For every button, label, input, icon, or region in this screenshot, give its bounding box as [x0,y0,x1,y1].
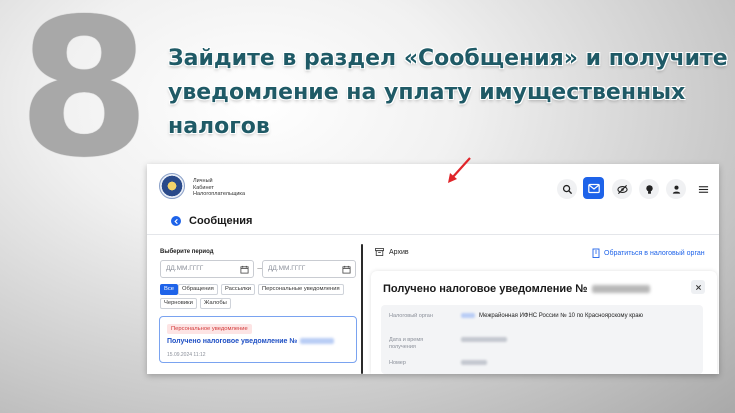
headline-line-2: уведомление на уплату имущественных нало… [168,80,686,139]
field-value [461,337,507,344]
step-number: 8 [18,0,151,199]
close-icon [695,284,701,290]
notice-title-text: Получено налоговое уведомление № [383,283,588,295]
tax-office-name: Межрайонная ИФНС России № 10 по Краснояр… [479,313,644,320]
redacted-number [461,360,487,365]
message-card[interactable]: Персональное уведомление Получено налого… [159,316,357,363]
calendar-icon[interactable] [240,265,249,274]
calendar-icon[interactable] [342,265,351,274]
field-label: Дата и время получения [389,337,424,350]
filter-chip-mailings[interactable]: Рассылки [221,284,256,295]
slide-headline: Зайдите в раздел «Сообщения» и получите … [168,42,728,144]
redacted-number [591,285,650,294]
notice-title: Получено налоговое уведомление № [383,283,650,295]
filter-chip-personal[interactable]: Персональные уведомления [258,284,344,295]
contact-link-label: Обратиться в налоговый орган [604,249,705,257]
message-type-badge: Персональное уведомление [167,324,252,334]
field-value: Межрайонная ИФНС России № 10 по Краснояр… [461,313,643,320]
notice-panel: Получено налоговое уведомление № Налогов… [371,271,717,374]
message-title[interactable]: Получено налоговое уведомление № [167,338,335,345]
archive-label: Архив [389,248,409,256]
filter-chip-complaints[interactable]: Жалобы [200,298,231,309]
archive-link[interactable]: Архив [375,248,409,256]
message-date: 15.09.2024 11:12 [167,352,206,358]
filter-chip-requests[interactable]: Обращения [178,284,218,295]
archive-icon [375,248,384,256]
close-button[interactable] [691,280,705,294]
field-label: Номер [389,360,406,366]
filter-chip-all[interactable]: Все [160,284,178,295]
period-label: Выберите период [160,249,214,255]
redacted-code [461,313,475,318]
message-title-text: Получено налоговое уведомление № [167,338,298,345]
red-pointer-arrow [448,157,471,183]
field-value [461,360,487,367]
app-content: Выберите период ДД.ММ.ГГГГ — ДД.ММ.ГГГГ … [147,164,719,374]
date-from-field[interactable]: ДД.ММ.ГГГГ [160,260,254,278]
date-to-field[interactable]: ДД.ММ.ГГГГ [262,260,356,278]
building-icon [592,248,600,258]
redacted-date [461,337,507,342]
field-label: Налоговый орган [389,313,433,319]
date-to-placeholder: ДД.ММ.ГГГГ [268,265,306,272]
notice-fields: Налоговый орган Межрайонная ИФНС России … [381,305,703,374]
headline-line-1: Зайдите в раздел «Сообщения» и получите [168,46,728,71]
redacted-number [300,338,335,345]
contact-tax-office-link[interactable]: Обратиться в налоговый орган [592,248,705,258]
messages-scrollbar[interactable] [361,244,363,374]
filter-chip-drafts[interactable]: Черновики [160,298,197,309]
date-from-placeholder: ДД.ММ.ГГГГ [166,265,204,272]
